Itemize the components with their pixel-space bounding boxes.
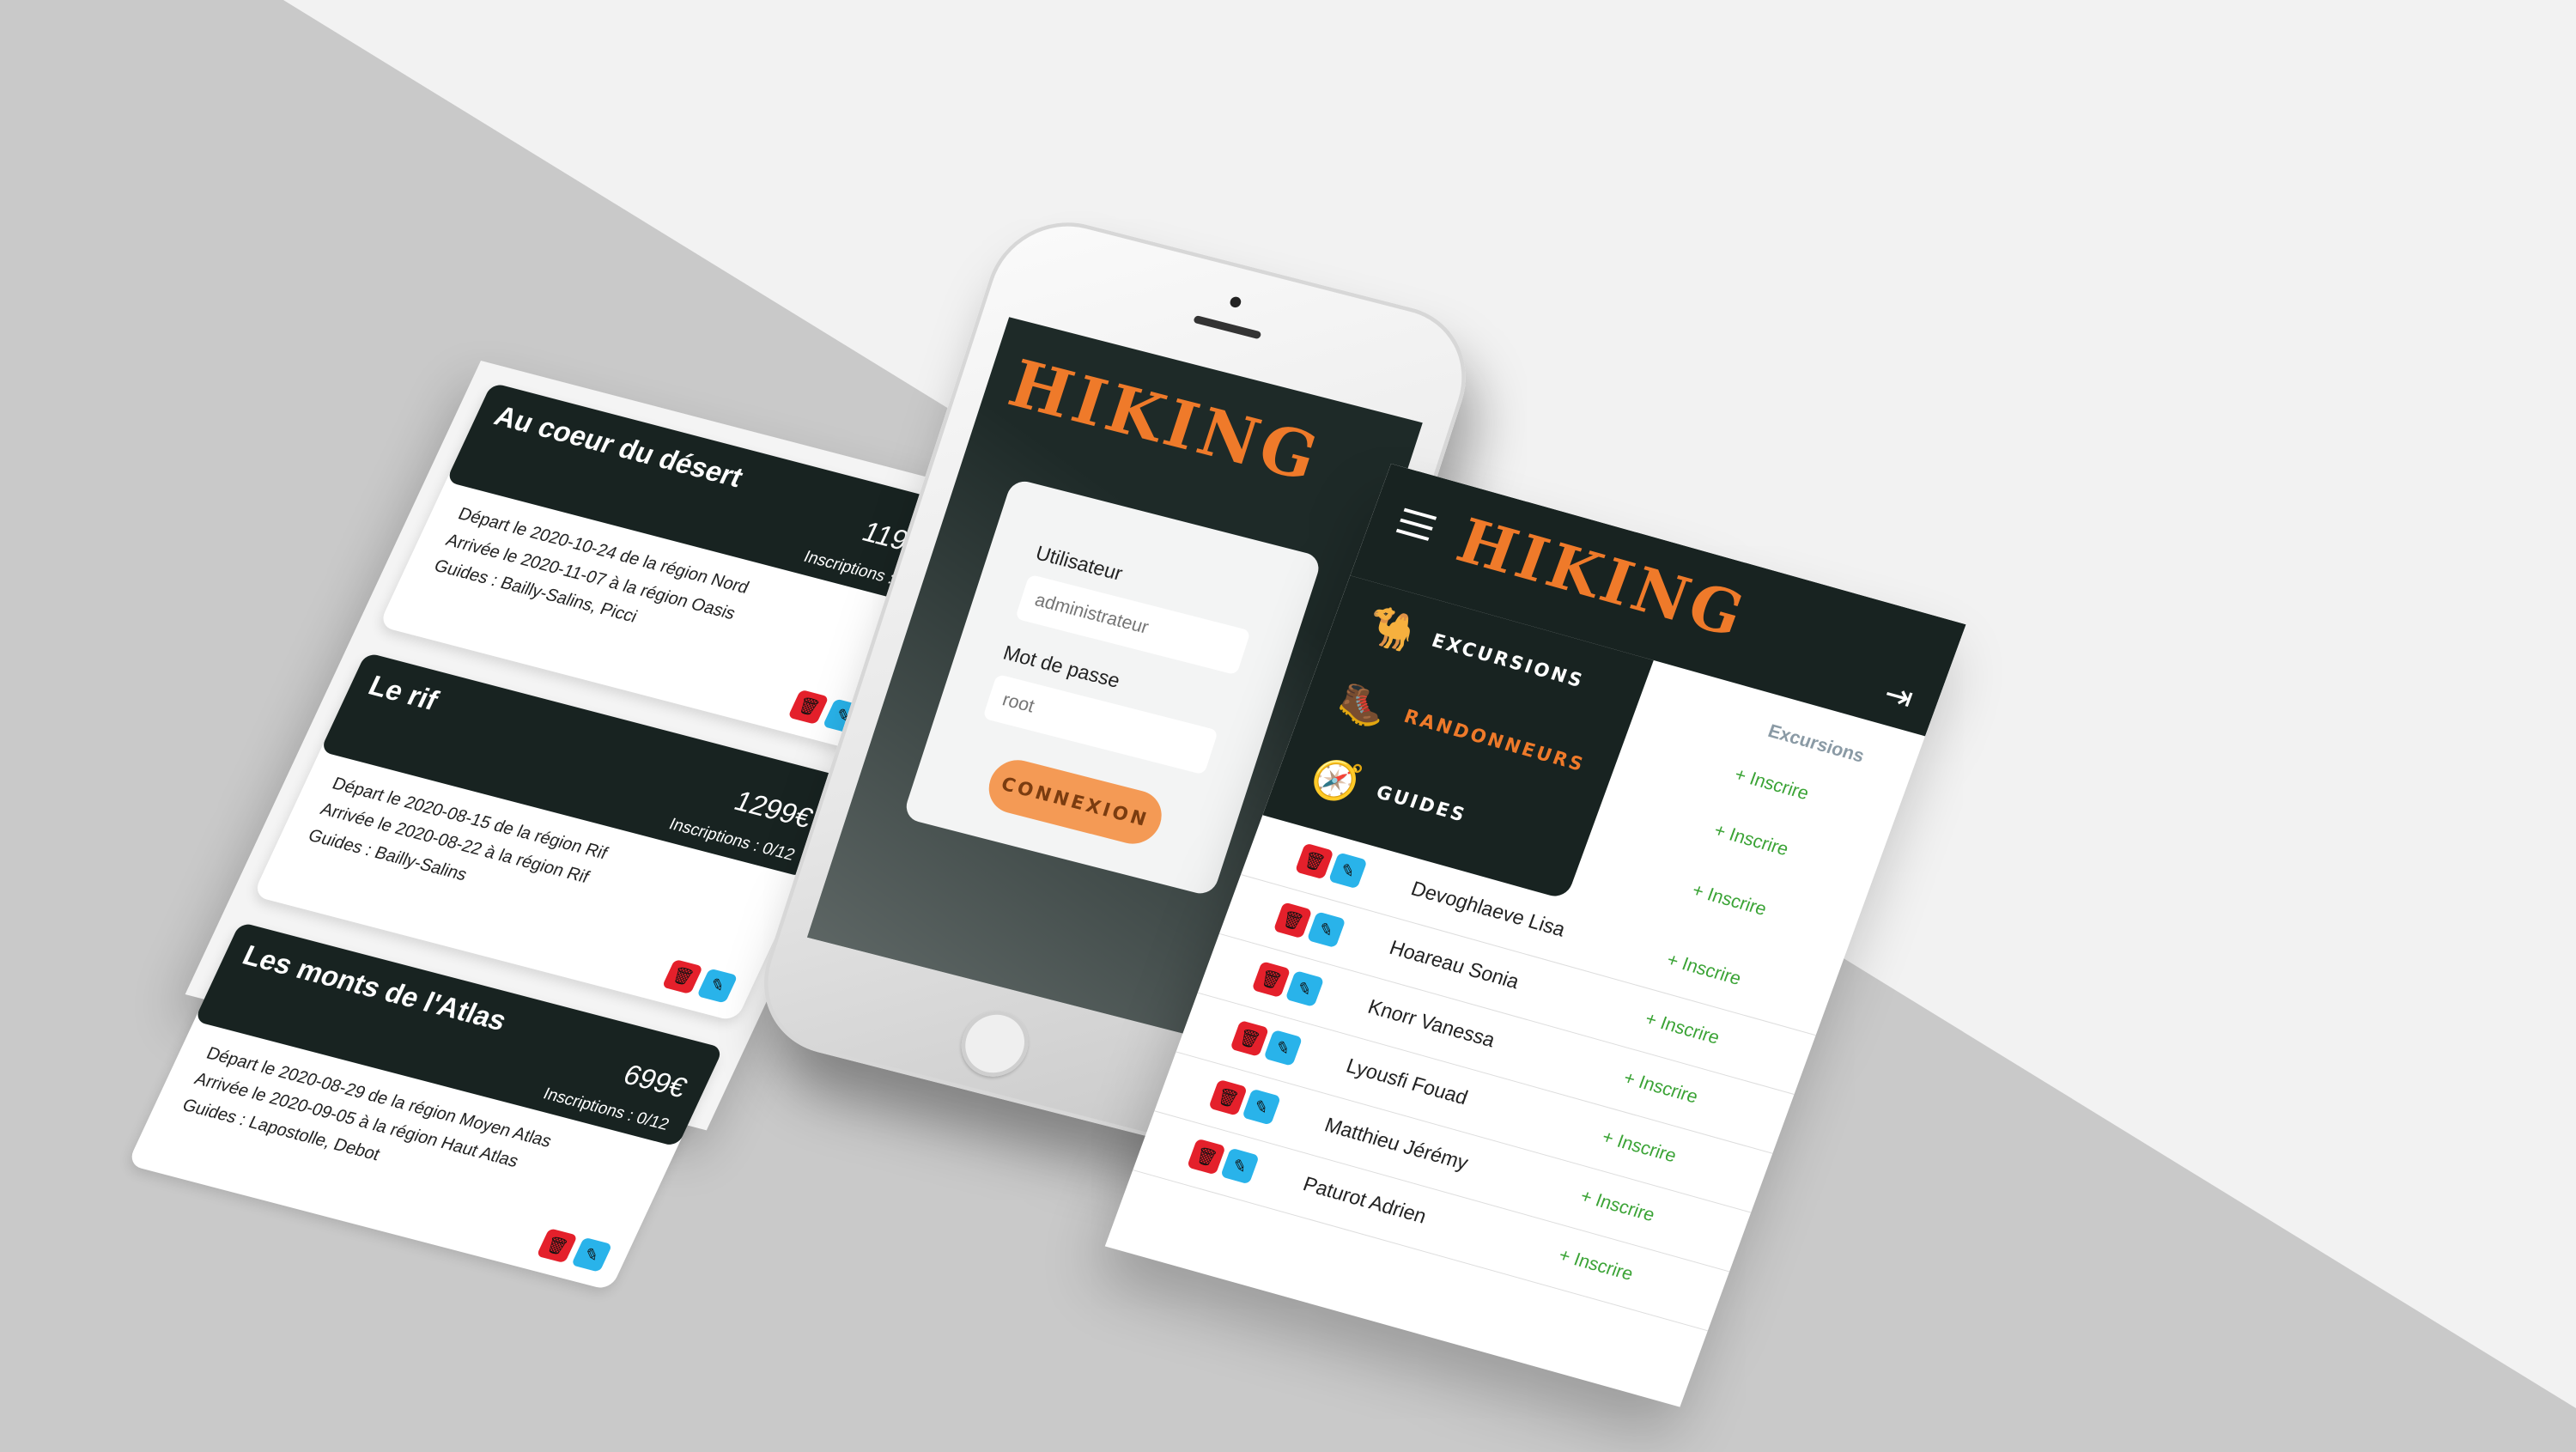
excursion-price: 1299€: [729, 785, 818, 835]
camel-icon: 🐪: [1360, 600, 1425, 658]
edit-button[interactable]: ✎: [1327, 852, 1368, 890]
edit-button[interactable]: ✎: [1285, 970, 1325, 1007]
hiker-name: Lyousfi Fouad: [1343, 1054, 1471, 1110]
delete-button[interactable]: 🗑: [1208, 1078, 1248, 1116]
trash-icon: 🗑: [1193, 1145, 1220, 1169]
edit-button[interactable]: ✎: [570, 1237, 613, 1273]
inscrire-button[interactable]: + Inscrire: [1689, 879, 1770, 920]
delete-button[interactable]: 🗑: [661, 958, 704, 994]
pencil-icon: ✎: [1230, 1156, 1250, 1177]
inscrire-button[interactable]: + Inscrire: [1577, 1185, 1657, 1226]
trash-icon: 🗑: [793, 696, 823, 719]
logout-icon[interactable]: ⇥: [1879, 674, 1919, 718]
menu-item-label: GUIDES: [1373, 781, 1470, 827]
edit-button[interactable]: ✎: [1263, 1029, 1303, 1066]
menu-item-guides[interactable]: 🧭 GUIDES: [1305, 752, 1474, 839]
delete-button[interactable]: 🗑: [536, 1228, 578, 1264]
menu-item-label: EXCURSIONS: [1428, 630, 1588, 693]
column-header-excursions: Excursions: [1765, 720, 1868, 767]
trash-icon: 🗑: [1236, 1027, 1263, 1051]
excursion-title: Le rif: [363, 670, 443, 717]
menu-item-label: RANDONNEURS: [1400, 706, 1589, 777]
delete-button[interactable]: 🗑: [1273, 902, 1313, 939]
trash-icon: 🗑: [1300, 849, 1328, 873]
guide-icon: 🧭: [1304, 751, 1370, 809]
trash-icon: 🗑: [1279, 908, 1306, 933]
pencil-icon: ✎: [1273, 1037, 1293, 1060]
inscrire-button[interactable]: + Inscrire: [1732, 763, 1812, 805]
trash-icon: 🗑: [1214, 1086, 1242, 1110]
hiker-name: Paturot Adrien: [1299, 1172, 1430, 1229]
excursion-price: 699€: [618, 1058, 692, 1104]
trash-icon: 🗑: [543, 1235, 571, 1258]
pencil-icon: ✎: [1294, 978, 1315, 1000]
edit-button[interactable]: ✎: [1306, 911, 1346, 949]
trash-icon: 🗑: [1257, 968, 1285, 992]
edit-button[interactable]: ✎: [1242, 1088, 1281, 1126]
pencil-icon: ✎: [706, 975, 728, 997]
edit-button[interactable]: ✎: [1220, 1147, 1260, 1185]
excursion-title: Les monts de l'Atlas: [238, 939, 512, 1037]
pencil-icon: ✎: [1315, 919, 1336, 941]
inscrire-button[interactable]: + Inscrire: [1599, 1126, 1680, 1167]
delete-button[interactable]: 🗑: [1187, 1138, 1226, 1176]
delete-button[interactable]: 🗑: [1251, 961, 1291, 999]
edit-button[interactable]: ✎: [696, 968, 738, 1004]
inscrire-button[interactable]: + Inscrire: [1620, 1067, 1701, 1109]
pencil-icon: ✎: [580, 1245, 603, 1266]
delete-button[interactable]: 🗑: [1294, 842, 1334, 880]
delete-button[interactable]: 🗑: [1230, 1020, 1270, 1057]
pencil-icon: ✎: [1338, 860, 1358, 882]
inscrire-button[interactable]: + Inscrire: [1664, 949, 1744, 990]
pencil-icon: ✎: [1251, 1097, 1272, 1119]
connexion-button[interactable]: CONNEXION: [981, 754, 1169, 850]
hiker-icon: 🥾: [1333, 676, 1397, 733]
hamburger-menu-icon[interactable]: [1395, 507, 1437, 541]
trash-icon: 🗑: [668, 965, 697, 988]
inscrire-button[interactable]: + Inscrire: [1711, 819, 1791, 860]
inscrire-button[interactable]: + Inscrire: [1556, 1244, 1636, 1285]
inscrire-button[interactable]: + Inscrire: [1643, 1008, 1722, 1049]
delete-button[interactable]: 🗑: [787, 689, 829, 725]
